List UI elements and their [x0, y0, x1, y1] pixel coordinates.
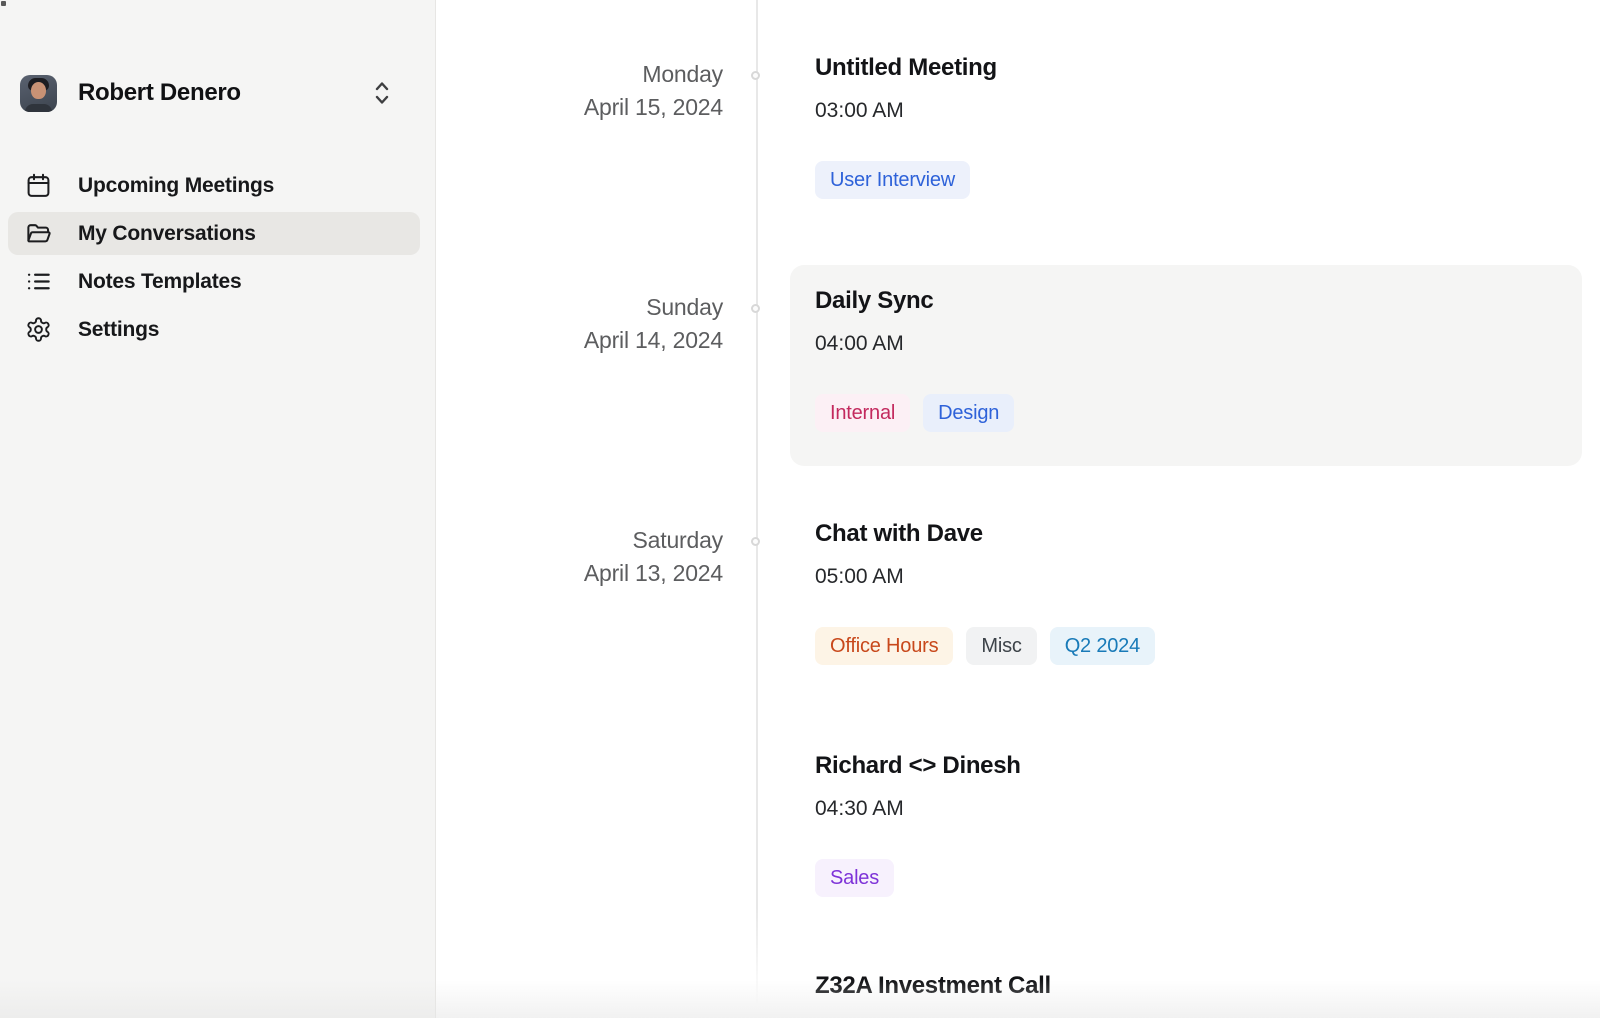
- date-group: Monday April 15, 2024: [436, 58, 723, 124]
- sidebar-item-label: Settings: [78, 318, 159, 342]
- folder-open-icon: [25, 220, 52, 247]
- timeline-dot: [751, 304, 760, 313]
- meeting-time: 04:30 AM: [815, 796, 1555, 821]
- date-day: Sunday: [436, 291, 723, 324]
- meeting-time: 05:00 AM: [815, 564, 1555, 589]
- meeting-entry[interactable]: Daily Sync 04:00 AM Internal Design: [815, 286, 1555, 432]
- date-full: April 14, 2024: [436, 324, 723, 357]
- list-icon: [25, 268, 52, 295]
- date-full: April 13, 2024: [436, 557, 723, 590]
- sidebar-item-upcoming-meetings[interactable]: Upcoming Meetings: [8, 164, 420, 207]
- date-group: Saturday April 13, 2024: [436, 524, 723, 590]
- meeting-tags: Office Hours Misc Q2 2024: [815, 627, 1555, 665]
- sidebar-item-my-conversations[interactable]: My Conversations: [8, 212, 420, 255]
- profile-name: Robert Denero: [78, 79, 371, 107]
- meeting-tag[interactable]: Sales: [815, 859, 894, 897]
- meeting-title: Chat with Dave: [815, 519, 1555, 548]
- meeting-entry[interactable]: Z32A Investment Call: [815, 971, 1555, 1016]
- meeting-tag[interactable]: Misc: [966, 627, 1036, 665]
- meeting-time: 04:00 AM: [815, 331, 1555, 356]
- meeting-title: Untitled Meeting: [815, 53, 1555, 82]
- meeting-tag[interactable]: User Interview: [815, 161, 970, 199]
- meeting-time: 03:00 AM: [815, 98, 1555, 123]
- sidebar-item-label: Notes Templates: [78, 270, 242, 294]
- meeting-tags: User Interview: [815, 161, 1555, 199]
- meeting-tag[interactable]: Internal: [815, 394, 910, 432]
- meeting-entry[interactable]: Richard <> Dinesh 04:30 AM Sales: [815, 751, 1555, 897]
- conversations-timeline: Monday April 15, 2024 Sunday April 14, 2…: [436, 0, 1600, 1018]
- sidebar-item-notes-templates[interactable]: Notes Templates: [8, 260, 420, 303]
- meeting-tags: Internal Design: [815, 394, 1555, 432]
- chevron-up-down-icon: [371, 78, 393, 108]
- meeting-tag[interactable]: Office Hours: [815, 627, 953, 665]
- calendar-icon: [25, 172, 52, 199]
- sidebar-item-label: My Conversations: [78, 222, 256, 246]
- sidebar-nav: Upcoming Meetings My Conversations Notes…: [0, 159, 435, 356]
- meeting-title: Richard <> Dinesh: [815, 751, 1555, 780]
- meeting-title: Daily Sync: [815, 286, 1555, 315]
- date-day: Saturday: [436, 524, 723, 557]
- avatar: [20, 75, 57, 112]
- meeting-tags: Sales: [815, 859, 1555, 897]
- sidebar: Robert Denero Upcoming Meetings My Conve…: [0, 0, 436, 1018]
- sidebar-item-label: Upcoming Meetings: [78, 174, 274, 198]
- timeline-dot: [751, 537, 760, 546]
- timeline-line: [756, 0, 758, 1008]
- date-day: Monday: [436, 58, 723, 91]
- screen-corner-artifact: [1, 1, 6, 6]
- sidebar-item-settings[interactable]: Settings: [8, 308, 420, 351]
- timeline-dot: [751, 71, 760, 80]
- meeting-tag[interactable]: Q2 2024: [1050, 627, 1155, 665]
- profile-switcher[interactable]: Robert Denero: [20, 73, 415, 113]
- date-group: Sunday April 14, 2024: [436, 291, 723, 357]
- meeting-entry[interactable]: Chat with Dave 05:00 AM Office Hours Mis…: [815, 519, 1555, 665]
- date-full: April 15, 2024: [436, 91, 723, 124]
- meeting-tag[interactable]: Design: [923, 394, 1014, 432]
- gear-icon: [25, 316, 52, 343]
- meeting-entry[interactable]: Untitled Meeting 03:00 AM User Interview: [815, 53, 1555, 199]
- meeting-title: Z32A Investment Call: [815, 971, 1555, 1000]
